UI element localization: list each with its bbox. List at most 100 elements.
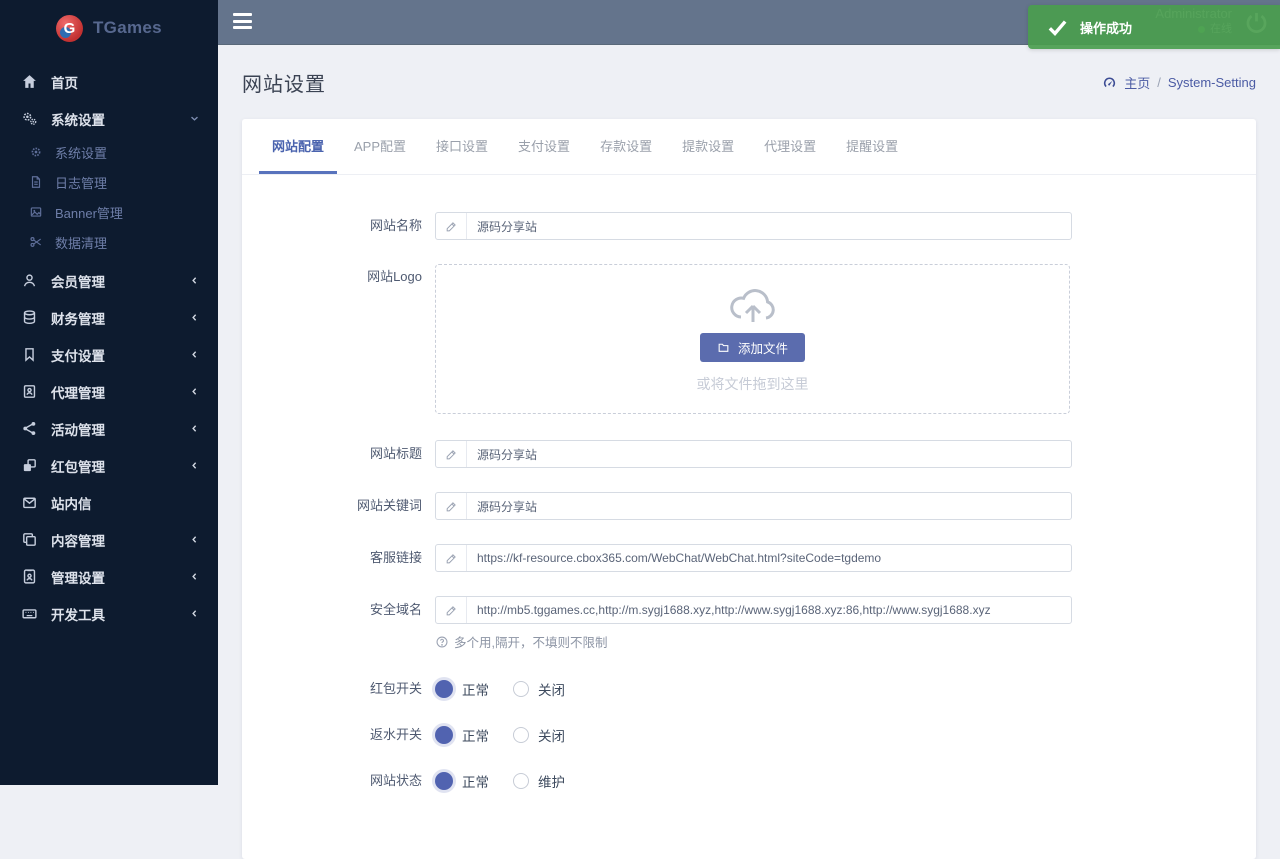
radio-unselected-icon[interactable] <box>513 773 529 789</box>
radio-option-normal[interactable]: 正常 <box>435 771 489 791</box>
chevron-left-icon <box>189 534 200 545</box>
sidebar-item-label: 管理设置 <box>51 567 189 587</box>
brand-logo-icon: G <box>56 15 83 42</box>
sidebar-item-content[interactable]: 内容管理 <box>0 521 218 558</box>
radio-option-normal[interactable]: 正常 <box>435 725 489 745</box>
user-icon <box>21 272 38 289</box>
logo-dropzone[interactable]: 添加文件 或将文件拖到这里 <box>435 264 1070 414</box>
breadcrumb-current: System-Setting <box>1168 75 1256 90</box>
sidebar-item-payment-settings[interactable]: 支付设置 <box>0 336 218 373</box>
radio-selected-icon[interactable] <box>435 680 453 698</box>
radio-label: 维护 <box>538 771 565 791</box>
tab-site-config[interactable]: 网站配置 <box>259 119 337 174</box>
database-icon <box>21 309 38 326</box>
form-row-site-title: 网站标题 <box>242 440 1256 468</box>
sidebar-item-label: 开发工具 <box>51 604 189 624</box>
radio-option-normal[interactable]: 正常 <box>435 679 489 699</box>
breadcrumb-home[interactable]: 主页 <box>1124 73 1150 92</box>
sidebar-item-label: 内容管理 <box>51 530 189 550</box>
dashboard-icon <box>1102 75 1117 90</box>
sidebar-item-system-settings[interactable]: 系统设置 <box>0 137 218 167</box>
brand-name: TGames <box>93 18 162 38</box>
drag-hint: 或将文件拖到这里 <box>697 374 809 394</box>
sidebar-item-activities[interactable]: 活动管理 <box>0 410 218 447</box>
sidebar-item-label: 代理管理 <box>51 382 189 402</box>
pencil-icon <box>436 545 467 571</box>
site-name-input[interactable] <box>467 219 1071 233</box>
sidebar-item-label: 系统设置 <box>51 109 189 129</box>
radio-unselected-icon[interactable] <box>513 727 529 743</box>
settings-tabs: 网站配置 APP配置 接口设置 支付设置 存款设置 提款设置 代理设置 提醒设置 <box>242 119 1256 175</box>
secure-domains-input[interactable] <box>467 603 1071 617</box>
secure-domains-help: 多个用,隔开，不填则不限制 <box>435 632 1072 651</box>
radio-label: 正常 <box>462 771 489 791</box>
radio-unselected-icon[interactable] <box>513 681 529 697</box>
settings-card: 网站配置 APP配置 接口设置 支付设置 存款设置 提款设置 代理设置 提醒设置… <box>242 119 1256 859</box>
form-row-redpacket-switch: 红包开关 正常 关闭 <box>242 675 1256 703</box>
pencil-icon <box>436 597 467 623</box>
service-link-input[interactable] <box>467 551 1071 565</box>
pencil-icon <box>436 213 467 239</box>
scissors-icon <box>29 235 43 249</box>
success-toast[interactable]: 操作成功 <box>1028 5 1280 49</box>
sidebar-item-home[interactable]: 首页 <box>0 63 218 100</box>
bookmark-icon <box>21 346 38 363</box>
sidebar-menu: 首页 系统设置 系统设置 日志管理 Banner管理 数据清理 <box>0 56 218 632</box>
chevron-left-icon <box>189 571 200 582</box>
radio-label: 正常 <box>462 679 489 699</box>
sidebar-item-system-settings-group[interactable]: 系统设置 <box>0 100 218 137</box>
tab-app-config[interactable]: APP配置 <box>341 119 419 174</box>
rebate-switch-options: 正常 关闭 <box>435 721 1072 749</box>
form-row-rebate-switch: 返水开关 正常 关闭 <box>242 721 1256 749</box>
radio-selected-icon[interactable] <box>435 726 453 744</box>
page-title: 网站设置 <box>242 68 326 97</box>
radio-option-maintenance[interactable]: 维护 <box>513 771 565 791</box>
sidebar-item-label: 站内信 <box>51 493 200 513</box>
folder-icon <box>717 341 730 354</box>
envelope-icon <box>21 494 38 511</box>
chevron-left-icon <box>189 386 200 397</box>
share-icon <box>21 420 38 437</box>
tab-withdraw-settings[interactable]: 提款设置 <box>669 119 747 174</box>
site-title-input[interactable] <box>467 447 1071 461</box>
sidebar-item-dev-tools[interactable]: 开发工具 <box>0 595 218 632</box>
sidebar-item-red-packets[interactable]: 红包管理 <box>0 447 218 484</box>
tab-api-settings[interactable]: 接口设置 <box>423 119 501 174</box>
form-row-service-link: 客服链接 <box>242 544 1256 572</box>
service-link-inputbox <box>435 544 1072 572</box>
field-label: 网站Logo <box>242 264 435 414</box>
sidebar-item-banner-management[interactable]: Banner管理 <box>0 197 218 227</box>
sidebar-item-members[interactable]: 会员管理 <box>0 262 218 299</box>
file-icon <box>29 175 43 189</box>
id-badge-icon <box>21 568 38 585</box>
tab-deposit-settings[interactable]: 存款设置 <box>587 119 665 174</box>
tab-reminder-settings[interactable]: 提醒设置 <box>833 119 911 174</box>
radio-option-closed[interactable]: 关闭 <box>513 679 565 699</box>
sidebar-toggle-button[interactable] <box>233 13 252 29</box>
site-config-form: 网站名称 网站Logo <box>242 175 1256 795</box>
radio-selected-icon[interactable] <box>435 772 453 790</box>
site-keywords-input[interactable] <box>467 499 1071 513</box>
form-row-site-keywords: 网站关键词 <box>242 492 1256 520</box>
tab-payment-settings[interactable]: 支付设置 <box>505 119 583 174</box>
field-label: 网站标题 <box>242 440 435 468</box>
cogs-icon <box>21 110 38 127</box>
brand-logo[interactable]: G TGames <box>0 0 218 56</box>
tab-agent-settings[interactable]: 代理设置 <box>751 119 829 174</box>
add-file-button-label: 添加文件 <box>738 338 788 357</box>
sidebar-item-log-management[interactable]: 日志管理 <box>0 167 218 197</box>
field-label: 网站名称 <box>242 212 435 240</box>
sidebar-item-label: 红包管理 <box>51 456 189 476</box>
radio-option-closed[interactable]: 关闭 <box>513 725 565 745</box>
sidebar-item-site-mail[interactable]: 站内信 <box>0 484 218 521</box>
chevron-left-icon <box>189 423 200 434</box>
sidebar-item-data-cleanup[interactable]: 数据清理 <box>0 227 218 257</box>
main-content: 网站设置 主页 / System-Setting 网站配置 APP配置 接口设置… <box>218 45 1280 785</box>
add-file-button[interactable]: 添加文件 <box>700 333 805 362</box>
sidebar-item-agents[interactable]: 代理管理 <box>0 373 218 410</box>
sidebar-item-admin-settings[interactable]: 管理设置 <box>0 558 218 595</box>
site-name-inputbox <box>435 212 1072 240</box>
gear-icon <box>29 145 43 159</box>
sidebar-item-finance[interactable]: 财务管理 <box>0 299 218 336</box>
home-icon <box>21 73 38 90</box>
